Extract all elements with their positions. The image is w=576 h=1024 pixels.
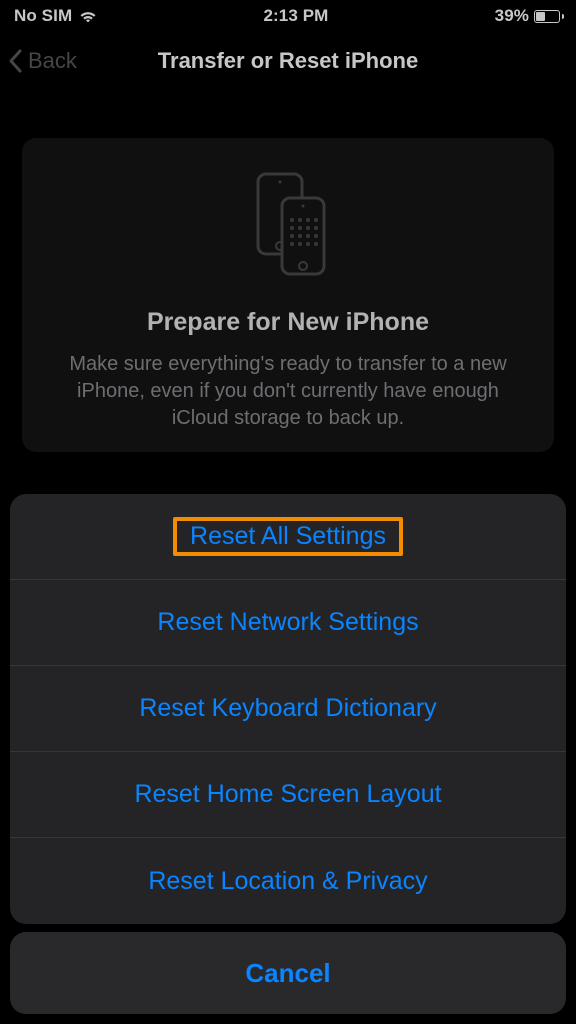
reset-options-group: Reset All Settings Reset Network Setting… (10, 494, 566, 924)
reset-location-privacy-button[interactable]: Reset Location & Privacy (10, 838, 566, 924)
reset-keyboard-dictionary-label: Reset Keyboard Dictionary (139, 694, 436, 723)
reset-network-settings-label: Reset Network Settings (157, 608, 418, 637)
reset-all-settings-label: Reset All Settings (173, 517, 403, 556)
reset-home-screen-layout-button[interactable]: Reset Home Screen Layout (10, 752, 566, 838)
reset-network-settings-button[interactable]: Reset Network Settings (10, 580, 566, 666)
reset-home-screen-layout-label: Reset Home Screen Layout (134, 780, 441, 809)
cancel-button[interactable]: Cancel (10, 932, 566, 1014)
reset-all-settings-button[interactable]: Reset All Settings (10, 494, 566, 580)
reset-action-sheet: Reset All Settings Reset Network Setting… (10, 494, 566, 1014)
reset-location-privacy-label: Reset Location & Privacy (148, 867, 427, 896)
cancel-label: Cancel (245, 958, 330, 989)
reset-keyboard-dictionary-button[interactable]: Reset Keyboard Dictionary (10, 666, 566, 752)
